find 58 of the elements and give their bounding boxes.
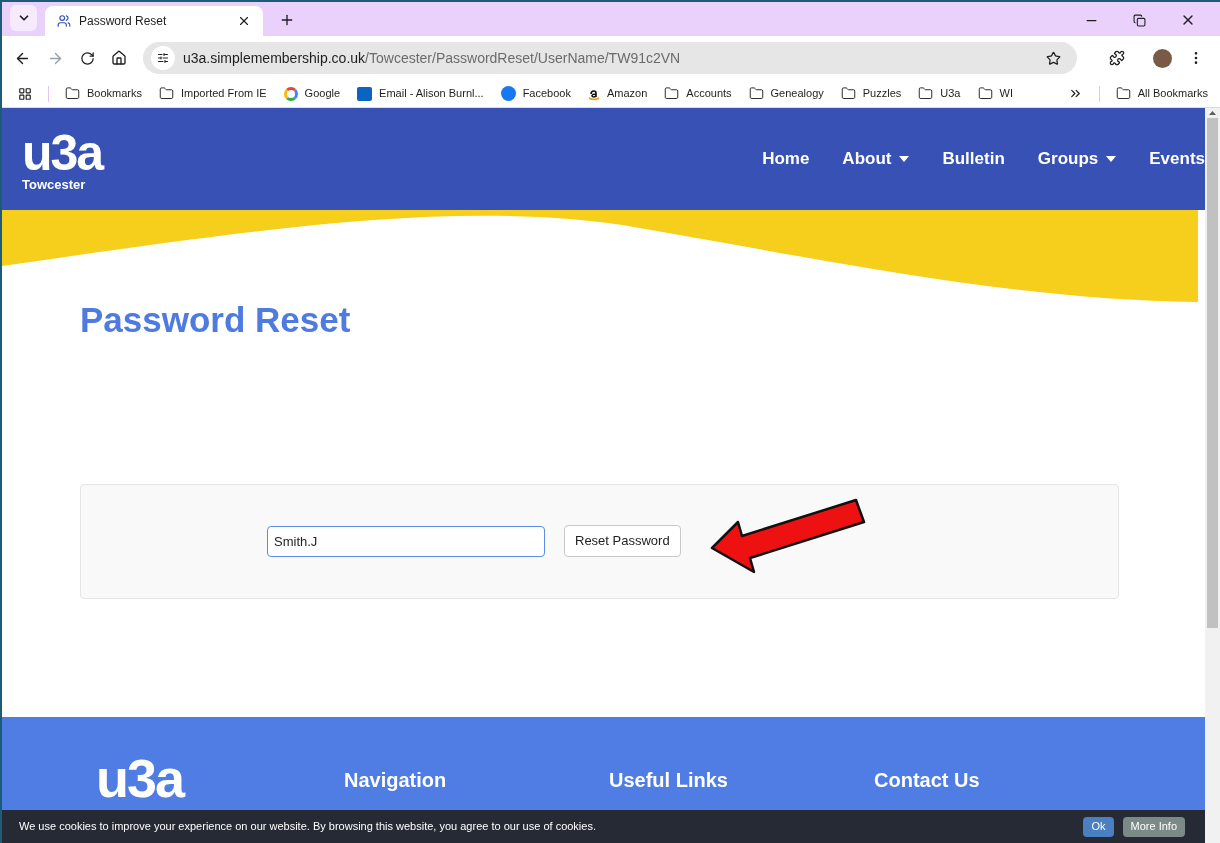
close-tab-icon[interactable]	[237, 14, 251, 28]
folder-icon	[159, 86, 175, 101]
footer-heading: Navigation	[344, 768, 448, 793]
nav-link[interactable]: Bulletin	[942, 146, 1005, 172]
bookmark[interactable]: Facebook	[500, 85, 571, 102]
username-field[interactable]: Smith.J	[267, 525, 545, 557]
bookmark[interactable]: U3a	[918, 85, 961, 102]
bookmark-star-icon[interactable]	[1046, 50, 1061, 66]
tab-search-button[interactable]	[10, 5, 37, 31]
extensions-icon[interactable]	[1109, 50, 1125, 66]
home-icon[interactable]	[111, 50, 127, 66]
address-bar[interactable]: u3a.simplemembership.co.uk/Towcester/PasswordReset/UserName/TW91c2VN	[143, 42, 1077, 74]
apps-icon[interactable]	[18, 86, 32, 101]
folder-icon	[65, 86, 80, 101]
nav-link[interactable]: Events	[1149, 146, 1205, 172]
scroll-up-arrow-icon[interactable]	[1209, 111, 1216, 115]
google-g-icon	[283, 86, 298, 101]
folder-icon	[664, 86, 680, 101]
folder-icon	[1115, 86, 1131, 101]
url-text: u3a.simplemembership.co.uk/Towcester/PasswordReset/UserName/TW91c2VN	[183, 48, 682, 68]
cookie-message: We use cookies to improve your experience on our website. By browsing this website, you agree to our use of cookies.	[19, 819, 597, 835]
bookmark[interactable]: Google	[283, 85, 341, 102]
browser-tab[interactable]: Password Reset	[45, 6, 263, 36]
tab-title: Password Reset	[79, 13, 168, 30]
footer-heading: Contact Us	[874, 768, 981, 793]
footer-logo: u3a	[96, 751, 185, 805]
folder-icon	[918, 86, 934, 101]
logo-subtitle: Towcester	[22, 177, 87, 191]
bookmark[interactable]: Accounts	[664, 85, 732, 102]
profile-avatar[interactable]	[1153, 48, 1172, 68]
ok-button[interactable]: Ok	[1083, 816, 1114, 837]
folder-icon	[977, 86, 993, 101]
reset-password-button[interactable]: Reset Password	[564, 525, 681, 557]
folder-icon	[748, 86, 764, 101]
bookmark[interactable]: Genealogy	[748, 85, 824, 102]
nav-link[interactable]: Groups	[1037, 146, 1117, 172]
u3a-logo[interactable]: u3a	[22, 127, 103, 178]
page-title: Password Reset	[80, 299, 351, 341]
nav-link[interactable]: Home	[762, 146, 810, 172]
bookmark[interactable]: Bookmarks	[65, 85, 143, 102]
bookmark[interactable]: WI	[977, 85, 1013, 102]
scrollbar[interactable]	[1205, 108, 1220, 843]
new-tab-icon[interactable]	[279, 12, 295, 28]
caret-icon	[1106, 156, 1117, 162]
folder-icon	[840, 86, 856, 101]
bookmark[interactable]: Email - Alison Burnl...	[357, 85, 484, 102]
bookmark[interactable]: Imported From IE	[159, 85, 267, 102]
caret-icon	[899, 156, 910, 162]
nav-link[interactable]: About	[842, 146, 910, 172]
reload-icon[interactable]	[80, 50, 95, 66]
bookmark[interactable]: Amazon	[587, 85, 648, 102]
site-info-icon[interactable]	[151, 46, 175, 70]
people-icon	[57, 14, 71, 28]
all-bookmarks[interactable]: All Bookmarks	[1115, 85, 1208, 102]
restore-icon[interactable]	[1133, 13, 1146, 27]
footer-heading: Useful Links	[609, 768, 729, 793]
more-info-button[interactable]: More Info	[1122, 816, 1185, 837]
bookmark[interactable]: Puzzles	[840, 85, 902, 102]
